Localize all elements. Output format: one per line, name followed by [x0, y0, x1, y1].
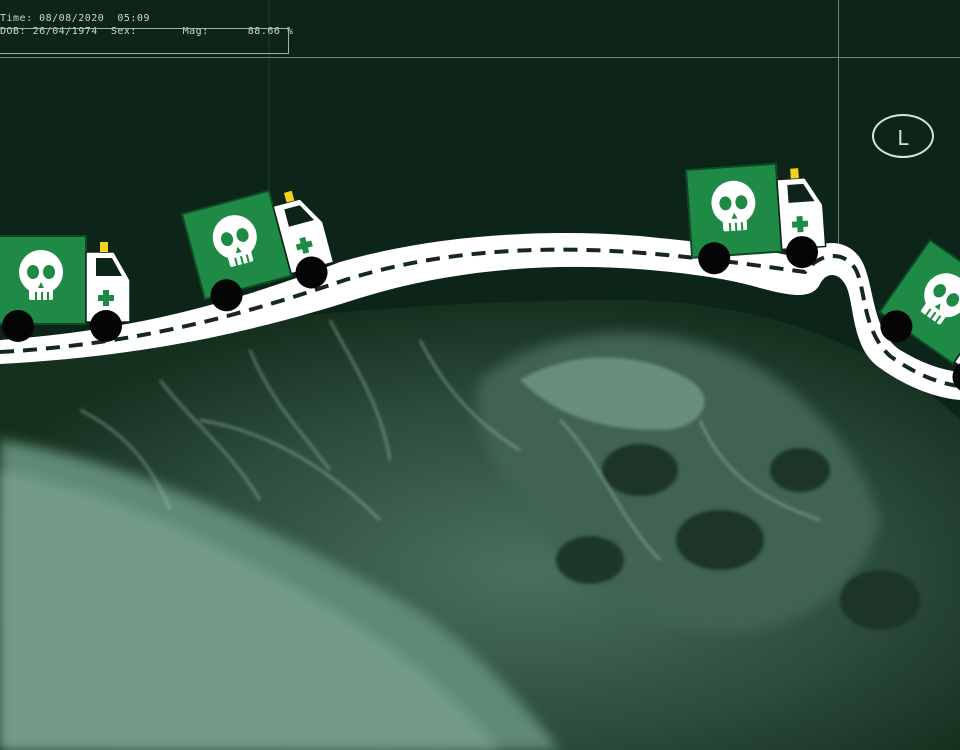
road-scene: skull-icon cross-icon	[0, 159, 960, 405]
illustration: Time: 08/08/2020 05:09 DOB: 26/04/1974 S…	[0, 0, 960, 750]
vehicle-1: skull-icon cross-icon	[0, 235, 131, 343]
